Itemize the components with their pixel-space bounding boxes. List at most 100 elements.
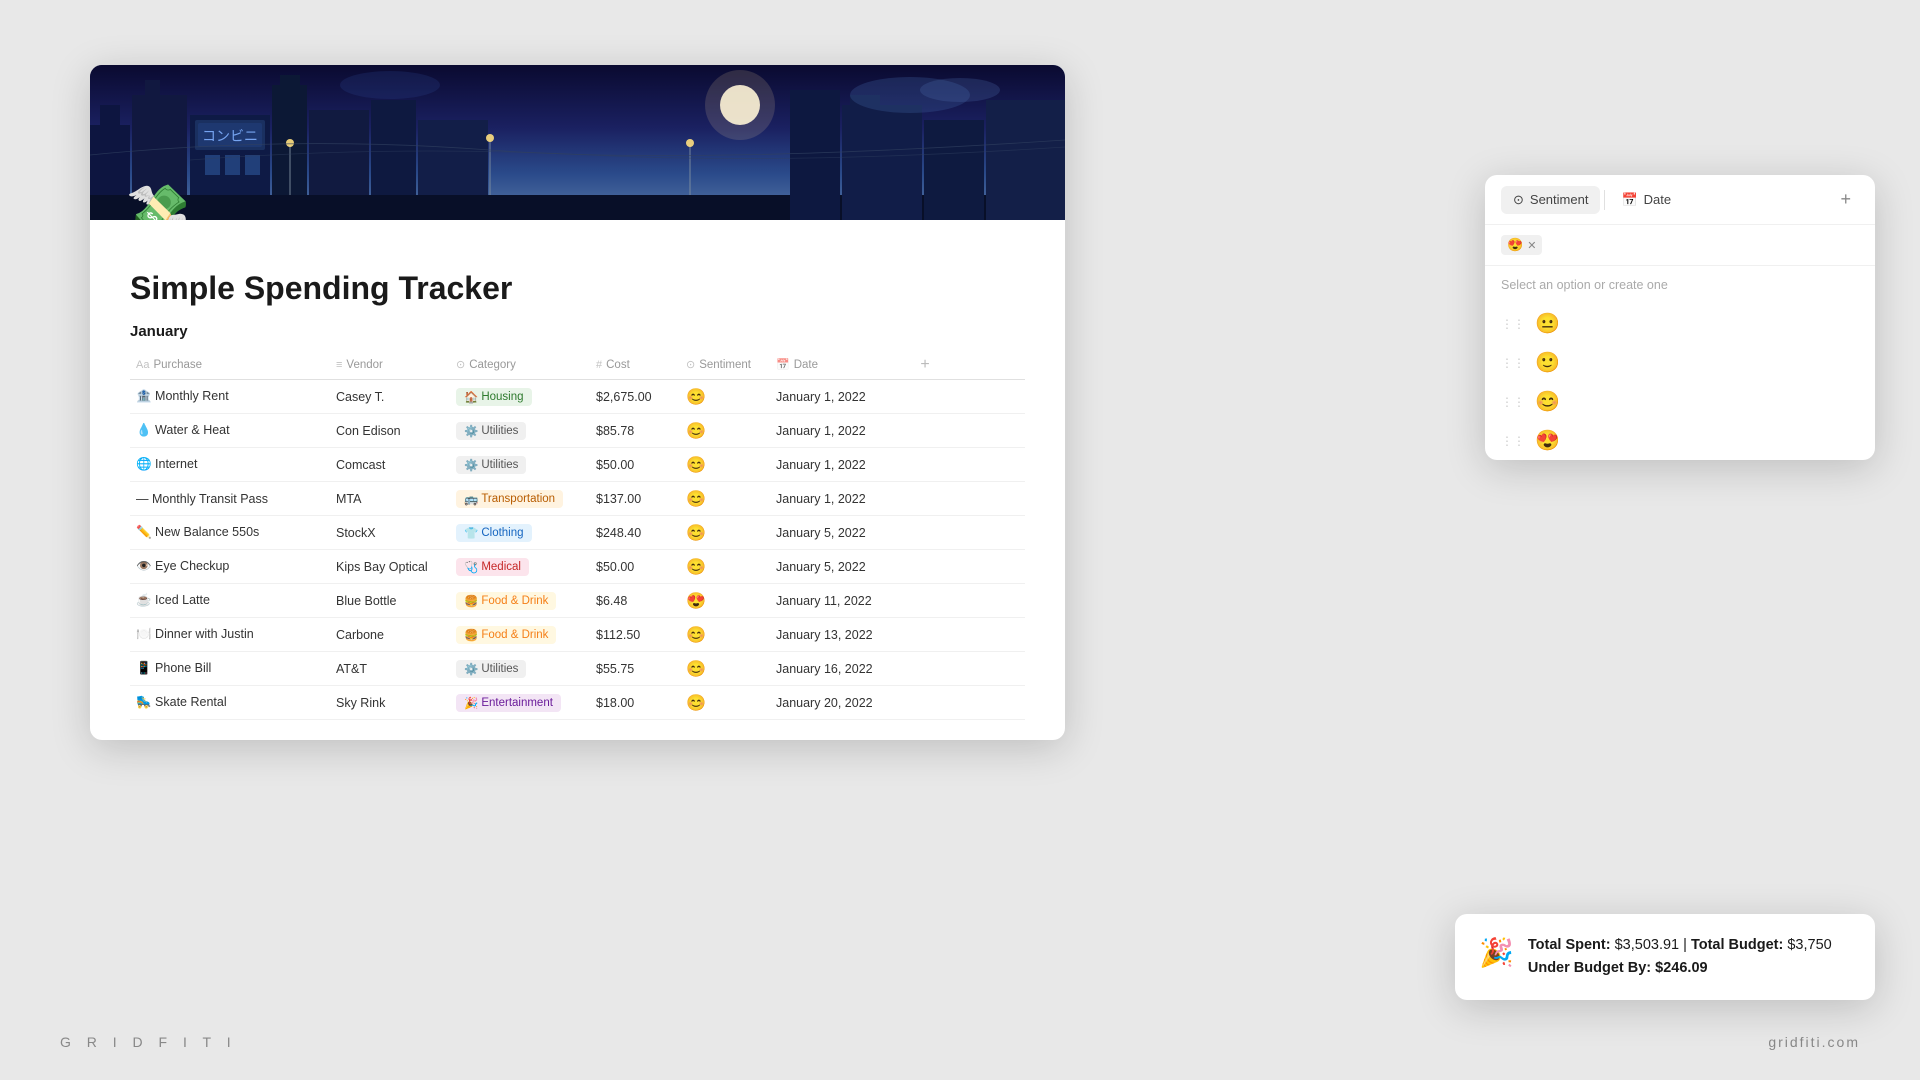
table-row[interactable]: ✏️ New Balance 550s StockX 👕 Clothing $2… — [130, 516, 1025, 550]
sentiment-emoji: 😍 — [686, 591, 706, 611]
cell-category[interactable]: 🏠 Housing — [450, 383, 590, 411]
cell-sentiment[interactable]: 😊 — [680, 382, 770, 412]
cell-cost: $112.50 — [590, 623, 680, 647]
remove-tag-button[interactable]: ✕ — [1527, 239, 1536, 252]
total-budget-value: $3,750 — [1787, 937, 1831, 953]
cat-label: Transportation — [481, 493, 555, 505]
cell-cost: $50.00 — [590, 453, 680, 477]
table-row[interactable]: 📱 Phone Bill AT&T ⚙️ Utilities $55.75 😊 … — [130, 652, 1025, 686]
table-row[interactable]: 🍽️ Dinner with Justin Carbone 🍔 Food & D… — [130, 618, 1025, 652]
table-row[interactable]: 🌐 Internet Comcast ⚙️ Utilities $50.00 😊… — [130, 448, 1025, 482]
cell-category[interactable]: 🍔 Food & Drink — [450, 621, 590, 649]
cell-sentiment[interactable]: 😍 — [680, 586, 770, 616]
category-badge: 🍔 Food & Drink — [456, 592, 556, 610]
table-row[interactable]: 💧 Water & Heat Con Edison ⚙️ Utilities $… — [130, 414, 1025, 448]
under-budget-label: Under Budget By: — [1528, 960, 1651, 976]
col-category: ⊙ Category — [450, 354, 590, 375]
dropdown-options: ⋮⋮ 😐 ⋮⋮ 🙂 ⋮⋮ 😊 ⋮⋮ 😍 — [1485, 304, 1875, 460]
drag-handle: ⋮⋮ — [1501, 317, 1525, 331]
add-property-button[interactable]: + — [1832, 185, 1859, 214]
sentiment-emoji: 😊 — [686, 421, 706, 441]
cat-label: Housing — [481, 391, 523, 403]
page-content: Simple Spending Tracker January Aa Purch… — [90, 220, 1065, 740]
cell-category[interactable]: 👕 Clothing — [450, 519, 590, 547]
cell-category[interactable]: 🚌 Transportation — [450, 485, 590, 513]
cell-category[interactable]: 🎉 Entertainment — [450, 689, 590, 717]
cat-icon: 🏠 — [464, 390, 478, 404]
selected-emoji: 😍 — [1507, 237, 1523, 253]
cell-purchase: 🍽️ Dinner with Justin — [130, 622, 330, 647]
cell-sentiment[interactable]: 😊 — [680, 552, 770, 582]
cell-vendor: StockX — [330, 521, 450, 545]
cell-extra — [910, 562, 940, 572]
table-row[interactable]: — Monthly Transit Pass MTA 🚌 Transportat… — [130, 482, 1025, 516]
cell-date: January 1, 2022 — [770, 453, 910, 477]
table-body: 🏦 Monthly Rent Casey T. 🏠 Housing $2,675… — [130, 380, 1025, 720]
table-header: Aa Purchase ≡ Vendor ⊙ Category # Cost ⊙ — [130, 350, 1025, 380]
dropdown-option[interactable]: ⋮⋮ 😍 — [1485, 421, 1875, 460]
category-badge: 🏠 Housing — [456, 388, 532, 406]
total-budget-label: Total Budget: — [1691, 937, 1783, 953]
dropdown-option[interactable]: ⋮⋮ 🙂 — [1485, 343, 1875, 382]
cell-sentiment[interactable]: 😊 — [680, 688, 770, 718]
cell-purchase: ☕ Iced Latte — [130, 588, 330, 613]
cell-sentiment[interactable]: 😊 — [680, 416, 770, 446]
cat-icon: ⚙️ — [464, 458, 478, 472]
page-title: Simple Spending Tracker — [130, 270, 1025, 307]
cell-sentiment[interactable]: 😊 — [680, 518, 770, 548]
cell-sentiment[interactable]: 😊 — [680, 484, 770, 514]
sentiment-search-input[interactable] — [1550, 238, 1859, 253]
cover-image: コンビニ — [90, 65, 1065, 220]
cat-label: Medical — [481, 561, 521, 573]
cell-date: January 5, 2022 — [770, 555, 910, 579]
category-badge: 🚌 Transportation — [456, 490, 563, 508]
table-row[interactable]: 🛼 Skate Rental Sky Rink 🎉 Entertainment … — [130, 686, 1025, 720]
category-badge: ⚙️ Utilities — [456, 456, 526, 474]
budget-content: 🎉 Total Spent: $3,503.91 | Total Budget:… — [1479, 934, 1851, 980]
cell-cost: $55.75 — [590, 657, 680, 681]
brand-left: G R I D F I T I — [60, 1034, 237, 1050]
cell-date: January 5, 2022 — [770, 521, 910, 545]
table-row[interactable]: 👁️ Eye Checkup Kips Bay Optical 🩺 Medica… — [130, 550, 1025, 584]
category-badge: 🎉 Entertainment — [456, 694, 561, 712]
cell-purchase: — Monthly Transit Pass — [130, 487, 330, 511]
tab-sentiment[interactable]: ⊙ Sentiment — [1501, 186, 1600, 214]
cell-sentiment[interactable]: 😊 — [680, 450, 770, 480]
cell-category[interactable]: 🍔 Food & Drink — [450, 587, 590, 615]
cell-extra — [910, 460, 940, 470]
cell-category[interactable]: ⚙️ Utilities — [450, 417, 590, 445]
cell-vendor: Blue Bottle — [330, 589, 450, 613]
cell-category[interactable]: ⚙️ Utilities — [450, 655, 590, 683]
table-row[interactable]: 🏦 Monthly Rent Casey T. 🏠 Housing $2,675… — [130, 380, 1025, 414]
cell-sentiment[interactable]: 😊 — [680, 654, 770, 684]
cell-category[interactable]: 🩺 Medical — [450, 553, 590, 581]
cell-sentiment[interactable]: 😊 — [680, 620, 770, 650]
cat-icon: 🎉 — [464, 696, 478, 710]
col-vendor: ≡ Vendor — [330, 355, 450, 375]
sentiment-emoji: 😊 — [686, 557, 706, 577]
cell-extra — [910, 698, 940, 708]
brand-right: gridfiti.com — [1768, 1034, 1860, 1050]
cell-vendor: Sky Rink — [330, 691, 450, 715]
add-column-button[interactable]: + — [910, 356, 940, 374]
dropdown-option[interactable]: ⋮⋮ 😐 — [1485, 304, 1875, 343]
selected-sentiment-tag: 😍 ✕ — [1501, 235, 1542, 255]
cell-category[interactable]: ⚙️ Utilities — [450, 451, 590, 479]
page-icon: 💸 — [126, 181, 191, 220]
budget-party-icon: 🎉 — [1479, 936, 1514, 969]
cell-extra — [910, 630, 940, 640]
under-budget-value: $246.09 — [1655, 960, 1707, 976]
budget-separator: | — [1683, 937, 1691, 953]
col-purchase: Aa Purchase — [130, 355, 330, 375]
cell-extra — [910, 426, 940, 436]
drag-handle: ⋮⋮ — [1501, 434, 1525, 448]
cat-label: Utilities — [481, 663, 518, 675]
cell-date: January 13, 2022 — [770, 623, 910, 647]
table-row[interactable]: ☕ Iced Latte Blue Bottle 🍔 Food & Drink … — [130, 584, 1025, 618]
option-emoji: 😐 — [1535, 311, 1560, 336]
dropdown-option[interactable]: ⋮⋮ 😊 — [1485, 382, 1875, 421]
cell-extra — [910, 494, 940, 504]
tab-date[interactable]: 📅 Date — [1609, 186, 1683, 214]
cat-label: Food & Drink — [481, 595, 548, 607]
drag-handle: ⋮⋮ — [1501, 395, 1525, 409]
